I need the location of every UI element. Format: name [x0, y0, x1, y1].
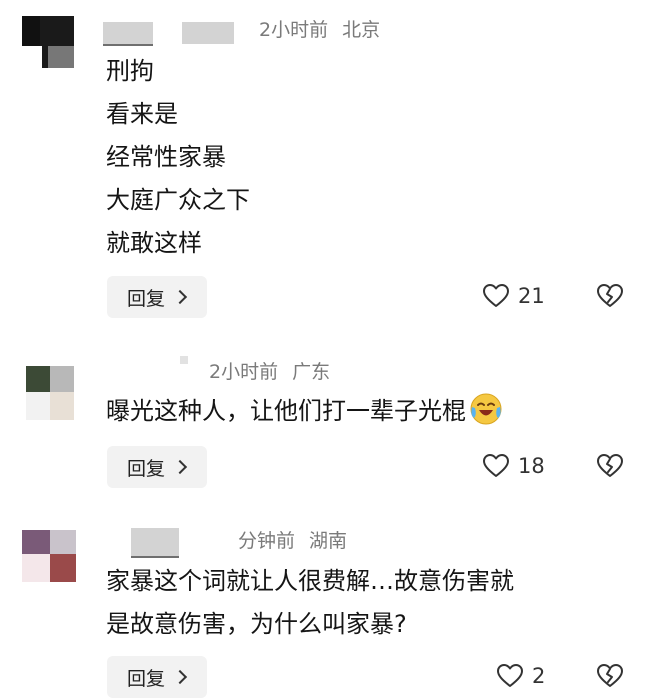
comment-line: 曝光这种人，让他们打一辈子光棍	[106, 397, 466, 425]
comment-location: 北京	[342, 19, 381, 41]
reply-label: 回复	[127, 457, 166, 480]
reply-button[interactable]: 回复	[107, 656, 207, 698]
crying-laughing-emoji-icon	[470, 393, 502, 425]
comment-text: 家暴这个词就让人很费解…故意伤害就 是故意伤害，为什么叫家暴?	[106, 560, 514, 646]
username-redacted[interactable]	[103, 22, 153, 46]
comment-item: 2小时前 广东 曝光这种人，让他们打一辈子光棍 回复 18	[0, 340, 660, 510]
comment-line: 看来是	[106, 100, 178, 128]
comment-line: 经常性家暴	[106, 143, 226, 171]
comment-item: 2小时前 北京 刑拘 看来是 经常性家暴 大庭广众之下 就敢这样 回复 21	[0, 0, 660, 340]
heart-outline-icon	[483, 454, 509, 477]
comment-time: 2小时前	[259, 19, 329, 41]
username-redacted[interactable]	[182, 22, 234, 44]
like-count: 2	[532, 664, 546, 688]
comment-text: 曝光这种人，让他们打一辈子光棍	[106, 390, 504, 433]
dislike-button[interactable]	[596, 453, 624, 483]
like-count: 21	[518, 284, 545, 308]
avatar[interactable]	[22, 16, 74, 68]
chevron-right-icon	[172, 669, 188, 685]
comment-location: 湖南	[309, 530, 348, 552]
like-button[interactable]: 2	[496, 663, 545, 689]
like-button[interactable]: 18	[482, 453, 545, 479]
username-redacted[interactable]	[131, 528, 179, 558]
reply-label: 回复	[127, 667, 166, 690]
avatar[interactable]	[26, 366, 74, 420]
comment-item: 分钟前 湖南 家暴这个词就让人很费解…故意伤害就 是故意伤害，为什么叫家暴? 回复…	[0, 510, 660, 700]
username-redacted[interactable]	[180, 356, 188, 364]
comment-line: 刑拘	[106, 57, 154, 85]
broken-heart-icon	[597, 454, 623, 477]
comment-line: 家暴这个词就让人很费解…故意伤害就	[106, 567, 514, 595]
reply-button[interactable]: 回复	[107, 276, 207, 318]
comment-meta: 2小时前 北京	[259, 18, 380, 42]
comment-time: 分钟前	[238, 530, 296, 552]
comment-line: 大庭广众之下	[106, 186, 250, 214]
chevron-right-icon	[172, 459, 188, 475]
chevron-right-icon	[172, 289, 188, 305]
heart-outline-icon	[483, 284, 509, 307]
dislike-button[interactable]	[596, 283, 624, 313]
avatar[interactable]	[22, 530, 76, 582]
comment-line: 就敢这样	[106, 229, 202, 257]
like-button[interactable]: 21	[482, 283, 545, 309]
dislike-button[interactable]	[596, 663, 624, 693]
reply-button[interactable]: 回复	[107, 446, 207, 488]
comment-meta: 分钟前 湖南	[238, 529, 347, 553]
like-count: 18	[518, 454, 545, 478]
comment-line: 是故意伤害，为什么叫家暴?	[106, 610, 407, 638]
broken-heart-icon	[597, 284, 623, 307]
comment-location: 广东	[292, 361, 331, 383]
comment-meta: 2小时前 广东	[209, 360, 330, 384]
broken-heart-icon	[597, 664, 623, 687]
comment-time: 2小时前	[209, 361, 279, 383]
comment-text: 刑拘 看来是 经常性家暴 大庭广众之下 就敢这样	[106, 50, 250, 265]
reply-label: 回复	[127, 287, 166, 310]
heart-outline-icon	[497, 664, 523, 687]
